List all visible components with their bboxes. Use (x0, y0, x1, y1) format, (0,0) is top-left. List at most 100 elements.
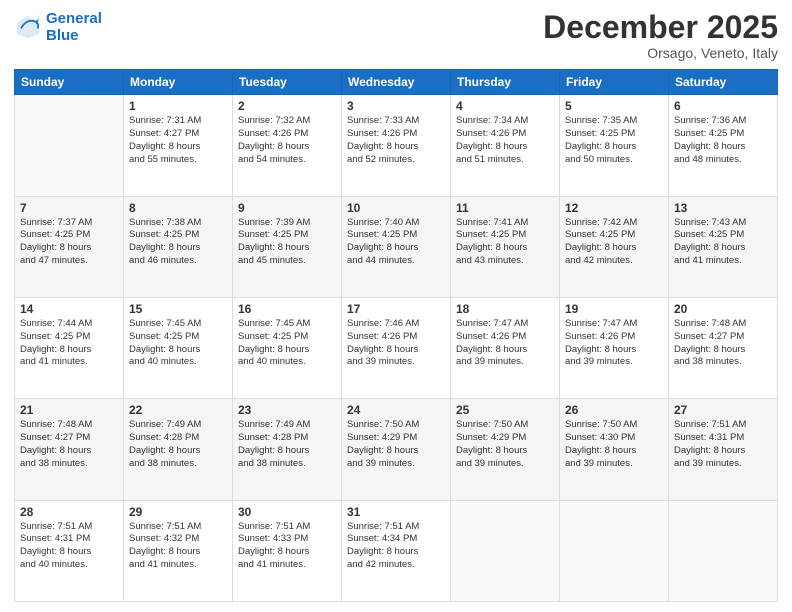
title-block: December 2025 Orsago, Veneto, Italy (543, 10, 778, 61)
calendar-day-cell: 1 Sunrise: 7:31 AM Sunset: 4:27 PM Daylig… (124, 95, 233, 196)
day-info: Sunrise: 7:41 AM Sunset: 4:25 PM Dayligh… (456, 217, 554, 268)
day-info: Sunrise: 7:39 AM Sunset: 4:25 PM Dayligh… (238, 217, 336, 268)
day-info: Sunrise: 7:47 AM Sunset: 4:26 PM Dayligh… (456, 318, 554, 369)
page: General Blue December 2025 Orsago, Venet… (0, 0, 792, 612)
day-info: Sunrise: 7:51 AM Sunset: 4:31 PM Dayligh… (20, 521, 118, 572)
day-info: Sunrise: 7:50 AM Sunset: 4:30 PM Dayligh… (565, 419, 663, 470)
logo-text: General Blue (46, 10, 102, 45)
day-info: Sunrise: 7:44 AM Sunset: 4:25 PM Dayligh… (20, 318, 118, 369)
weekday-header-cell: Sunday (15, 70, 124, 95)
calendar-day-cell: 26 Sunrise: 7:50 AM Sunset: 4:30 PM Dayli… (560, 399, 669, 500)
day-info: Sunrise: 7:34 AM Sunset: 4:26 PM Dayligh… (456, 115, 554, 166)
day-number: 14 (20, 302, 118, 316)
day-info: Sunrise: 7:48 AM Sunset: 4:27 PM Dayligh… (20, 419, 118, 470)
calendar-day-cell: 25Sunrise: 7:50 AM Sunset: 4:29 PM Dayli… (451, 399, 560, 500)
calendar-week-row: 1 Sunrise: 7:31 AM Sunset: 4:27 PM Daylig… (15, 95, 778, 196)
day-number: 31 (347, 505, 445, 519)
day-number: 17 (347, 302, 445, 316)
calendar-day-cell: 31 Sunrise: 7:51 AM Sunset: 4:34 PM Dayli… (342, 500, 451, 601)
day-info: Sunrise: 7:50 AM Sunset: 4:29 PM Dayligh… (347, 419, 445, 470)
calendar-day-cell: 8 Sunrise: 7:38 AM Sunset: 4:25 PM Daylig… (124, 196, 233, 297)
calendar-week-row: 28 Sunrise: 7:51 AM Sunset: 4:31 PM Dayli… (15, 500, 778, 601)
calendar-table: SundayMondayTuesdayWednesdayThursdayFrid… (14, 69, 778, 602)
weekday-header-cell: Saturday (669, 70, 778, 95)
calendar-day-cell: 5Sunrise: 7:35 AM Sunset: 4:25 PM Daylig… (560, 95, 669, 196)
day-info: Sunrise: 7:38 AM Sunset: 4:25 PM Dayligh… (129, 217, 227, 268)
calendar-day-cell: 30Sunrise: 7:51 AM Sunset: 4:33 PM Dayli… (233, 500, 342, 601)
day-number: 2 (238, 99, 336, 113)
day-number: 7 (20, 201, 118, 215)
day-info: Sunrise: 7:46 AM Sunset: 4:26 PM Dayligh… (347, 318, 445, 369)
weekday-header-row: SundayMondayTuesdayWednesdayThursdayFrid… (15, 70, 778, 95)
day-number: 19 (565, 302, 663, 316)
logo-general: General (46, 10, 102, 27)
calendar-day-cell: 23 Sunrise: 7:49 AM Sunset: 4:28 PM Dayli… (233, 399, 342, 500)
day-info: Sunrise: 7:48 AM Sunset: 4:27 PM Dayligh… (674, 318, 772, 369)
day-number: 10 (347, 201, 445, 215)
day-info: Sunrise: 7:31 AM Sunset: 4:27 PM Dayligh… (129, 115, 227, 166)
day-info: Sunrise: 7:45 AM Sunset: 4:25 PM Dayligh… (238, 318, 336, 369)
day-number: 26 (565, 403, 663, 417)
month-title: December 2025 (543, 10, 778, 45)
day-number: 8 (129, 201, 227, 215)
calendar-day-cell: 16 Sunrise: 7:45 AM Sunset: 4:25 PM Dayli… (233, 297, 342, 398)
calendar-day-cell: 18Sunrise: 7:47 AM Sunset: 4:26 PM Dayli… (451, 297, 560, 398)
day-number: 13 (674, 201, 772, 215)
day-info: Sunrise: 7:49 AM Sunset: 4:28 PM Dayligh… (129, 419, 227, 470)
calendar-day-cell: 17 Sunrise: 7:46 AM Sunset: 4:26 PM Dayli… (342, 297, 451, 398)
day-info: Sunrise: 7:37 AM Sunset: 4:25 PM Dayligh… (20, 217, 118, 268)
calendar-day-cell: 9 Sunrise: 7:39 AM Sunset: 4:25 PM Daylig… (233, 196, 342, 297)
day-number: 12 (565, 201, 663, 215)
calendar-week-row: 7 Sunrise: 7:37 AM Sunset: 4:25 PM Daylig… (15, 196, 778, 297)
calendar-day-cell: 14 Sunrise: 7:44 AM Sunset: 4:25 PM Dayli… (15, 297, 124, 398)
weekday-header-cell: Thursday (451, 70, 560, 95)
calendar-day-cell: 28 Sunrise: 7:51 AM Sunset: 4:31 PM Dayli… (15, 500, 124, 601)
calendar-day-cell: 3Sunrise: 7:33 AM Sunset: 4:26 PM Daylig… (342, 95, 451, 196)
day-number: 22 (129, 403, 227, 417)
header: General Blue December 2025 Orsago, Venet… (14, 10, 778, 61)
calendar-day-cell: 21 Sunrise: 7:48 AM Sunset: 4:27 PM Dayli… (15, 399, 124, 500)
calendar-day-cell: 12 Sunrise: 7:42 AM Sunset: 4:25 PM Dayli… (560, 196, 669, 297)
weekday-header-cell: Monday (124, 70, 233, 95)
day-number: 30 (238, 505, 336, 519)
calendar-day-cell (15, 95, 124, 196)
day-info: Sunrise: 7:47 AM Sunset: 4:26 PM Dayligh… (565, 318, 663, 369)
day-info: Sunrise: 7:45 AM Sunset: 4:25 PM Dayligh… (129, 318, 227, 369)
day-number: 6 (674, 99, 772, 113)
day-number: 16 (238, 302, 336, 316)
calendar-day-cell (560, 500, 669, 601)
day-info: Sunrise: 7:51 AM Sunset: 4:32 PM Dayligh… (129, 521, 227, 572)
logo-icon (14, 13, 42, 41)
day-info: Sunrise: 7:40 AM Sunset: 4:25 PM Dayligh… (347, 217, 445, 268)
calendar-day-cell: 11 Sunrise: 7:41 AM Sunset: 4:25 PM Dayli… (451, 196, 560, 297)
calendar-day-cell: 29 Sunrise: 7:51 AM Sunset: 4:32 PM Dayli… (124, 500, 233, 601)
weekday-header-cell: Tuesday (233, 70, 342, 95)
calendar-day-cell: 20Sunrise: 7:48 AM Sunset: 4:27 PM Dayli… (669, 297, 778, 398)
day-number: 1 (129, 99, 227, 113)
day-number: 9 (238, 201, 336, 215)
day-number: 11 (456, 201, 554, 215)
calendar-day-cell: 24Sunrise: 7:50 AM Sunset: 4:29 PM Dayli… (342, 399, 451, 500)
day-info: Sunrise: 7:49 AM Sunset: 4:28 PM Dayligh… (238, 419, 336, 470)
calendar-day-cell: 19 Sunrise: 7:47 AM Sunset: 4:26 PM Dayli… (560, 297, 669, 398)
day-info: Sunrise: 7:36 AM Sunset: 4:25 PM Dayligh… (674, 115, 772, 166)
calendar-day-cell (451, 500, 560, 601)
day-info: Sunrise: 7:51 AM Sunset: 4:34 PM Dayligh… (347, 521, 445, 572)
day-number: 23 (238, 403, 336, 417)
day-number: 29 (129, 505, 227, 519)
day-number: 28 (20, 505, 118, 519)
location: Orsago, Veneto, Italy (543, 45, 778, 61)
calendar-day-cell (669, 500, 778, 601)
logo-blue: Blue (46, 27, 102, 44)
day-info: Sunrise: 7:42 AM Sunset: 4:25 PM Dayligh… (565, 217, 663, 268)
day-number: 3 (347, 99, 445, 113)
day-number: 21 (20, 403, 118, 417)
day-number: 4 (456, 99, 554, 113)
calendar-day-cell: 7 Sunrise: 7:37 AM Sunset: 4:25 PM Daylig… (15, 196, 124, 297)
day-number: 27 (674, 403, 772, 417)
calendar-day-cell: 10 Sunrise: 7:40 AM Sunset: 4:25 PM Dayli… (342, 196, 451, 297)
calendar-day-cell: 15Sunrise: 7:45 AM Sunset: 4:25 PM Dayli… (124, 297, 233, 398)
day-number: 5 (565, 99, 663, 113)
calendar-week-row: 14 Sunrise: 7:44 AM Sunset: 4:25 PM Dayli… (15, 297, 778, 398)
calendar-week-row: 21 Sunrise: 7:48 AM Sunset: 4:27 PM Dayli… (15, 399, 778, 500)
